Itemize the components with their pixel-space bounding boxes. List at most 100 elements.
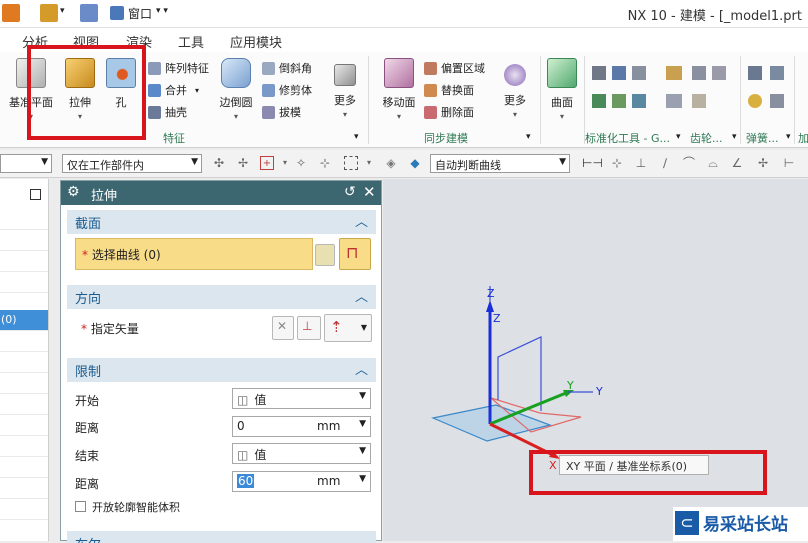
curve-rule-icon[interactable]: ⊢ (782, 156, 796, 170)
offset-region-button[interactable]: 偏置区域 (424, 60, 485, 76)
body-filter-icon[interactable]: ◈ (384, 156, 398, 170)
spring-icon[interactable] (748, 66, 762, 80)
snap-icon[interactable]: ⊹ (318, 156, 332, 170)
start-label: 开始 (75, 394, 100, 408)
tool-icon[interactable] (632, 66, 646, 80)
curve-rule-icon[interactable]: ⊥ (634, 156, 648, 170)
reverse-direction-icon[interactable]: ✕ (272, 316, 294, 340)
list-item[interactable] (0, 331, 48, 352)
tool-icon[interactable] (666, 66, 682, 80)
direction-header[interactable]: 方向 ︿ (67, 285, 376, 309)
shell-button[interactable]: 抽壳 (148, 104, 187, 120)
trim-body-button[interactable]: 修剪体 (262, 82, 312, 98)
type-filter-combo[interactable]: ▼ (0, 154, 52, 173)
curve-rule-icon[interactable]: ⌒ (682, 156, 696, 170)
save-icon[interactable] (2, 4, 20, 22)
snap-icon[interactable]: ✧ (294, 156, 308, 170)
tool-icon[interactable] (592, 94, 606, 108)
select-curve-field[interactable]: * 选择曲线 (0) (75, 238, 313, 270)
snap-icon[interactable]: ✢ (236, 156, 250, 170)
graphics-window[interactable]: Z Z Y Y X XY 平面 / 基准坐标系(0) ⊂ 易采站长站 (383, 179, 808, 541)
tool-icon[interactable] (612, 94, 626, 108)
tool-icon[interactable] (592, 66, 606, 80)
curve-rule-icon[interactable]: ⊢⊣ (582, 156, 603, 170)
snap-icon[interactable]: ✣ (212, 156, 226, 170)
list-item[interactable] (0, 209, 48, 230)
delete-face-button[interactable]: 删除面 (424, 104, 474, 120)
curve-rule-icon[interactable]: ∠ (730, 156, 744, 170)
open-profile-checkbox[interactable] (75, 501, 86, 512)
pattern-feature-button[interactable]: 阵列特征 (148, 60, 209, 76)
gear-icon[interactable] (692, 94, 706, 108)
draft-button[interactable]: 拔模 (262, 104, 301, 120)
open-icon[interactable] (40, 4, 58, 22)
list-item[interactable] (0, 415, 48, 436)
spring-icon[interactable] (770, 66, 784, 80)
window-menu[interactable]: 窗口 (128, 5, 152, 22)
curve-rule-icon[interactable]: ∕ (658, 156, 672, 170)
surface-button[interactable]: 曲面 ▾ (544, 58, 580, 121)
edge-blend-button[interactable]: 边倒圆 ▾ (216, 58, 256, 121)
curve-rule-icon[interactable]: ⌓ (706, 156, 720, 170)
section-header[interactable]: 截面 ︿ (67, 210, 376, 234)
dialog-header[interactable]: ⚙ 拉伸 ↺ ✕ (61, 181, 381, 205)
sketch-section-icon[interactable] (315, 244, 335, 266)
list-item-selected[interactable]: (0) (0, 310, 48, 331)
curve-rule-icon[interactable]: ✢ (756, 156, 770, 170)
chevron-down-icon[interactable]: ▾ (354, 132, 359, 142)
chevron-down-icon[interactable]: ▾ (732, 132, 737, 142)
curve-select-icon[interactable]: ⊓ (339, 238, 371, 270)
touch-mode-icon[interactable] (80, 4, 98, 22)
rectangle-select-icon[interactable] (344, 156, 358, 170)
gear-icon[interactable] (712, 66, 726, 80)
vector-type-dropdown[interactable]: ⇡ ▼ (324, 314, 372, 342)
chevron-down-icon[interactable]: ▾ (362, 156, 376, 170)
chamfer-button[interactable]: 倒斜角 (262, 60, 312, 76)
face-filter-icon[interactable]: ◆ (408, 156, 422, 170)
boolean-header[interactable]: 布尔 (67, 531, 376, 543)
reset-icon[interactable]: ↺ (344, 184, 356, 200)
list-item[interactable] (0, 436, 48, 457)
tab-tools[interactable]: 工具 (178, 32, 204, 51)
curve-rule-icon[interactable]: ⊹ (610, 156, 624, 170)
list-item[interactable] (0, 457, 48, 478)
sync-more-button[interactable]: 更多 ▾ (500, 58, 530, 119)
move-face-button[interactable]: 移动面 ▾ (378, 58, 420, 121)
curve-rule-combo[interactable]: 自动判断曲线 ▼ (430, 154, 570, 173)
unite-button[interactable]: 合并 ▾ (148, 82, 199, 98)
list-item[interactable] (0, 394, 48, 415)
scope-filter-combo[interactable]: 仅在工作部件内 ▼ (62, 154, 202, 173)
maximize-icon[interactable] (30, 189, 41, 200)
list-item[interactable] (0, 499, 48, 520)
feature-more-button[interactable]: 更多 ▾ (330, 58, 360, 119)
end-distance-input[interactable]: 60 mm ▼ (232, 471, 371, 492)
gear-icon[interactable] (692, 66, 706, 80)
start-option-select[interactable]: ◫ 值 ▼ (232, 388, 371, 409)
list-item[interactable] (0, 478, 48, 499)
spring-icon[interactable] (770, 94, 784, 108)
chevron-down-icon[interactable]: ▾ (278, 156, 292, 170)
chevron-down-icon[interactable]: ▾ ▾ (156, 6, 168, 16)
close-icon[interactable]: ✕ (363, 183, 376, 201)
gear-icon[interactable]: ⚙ (67, 184, 80, 200)
tab-app-modules[interactable]: 应用模块 (230, 32, 282, 51)
replace-face-button[interactable]: 替换面 (424, 82, 474, 98)
chevron-down-icon[interactable]: ▾ (526, 132, 531, 142)
chevron-down-icon[interactable]: ▾ (676, 132, 681, 142)
list-item[interactable] (0, 230, 48, 251)
tool-icon[interactable] (666, 94, 682, 108)
tool-icon[interactable] (632, 94, 646, 108)
end-option-select[interactable]: ◫ 值 ▼ (232, 443, 371, 464)
chevron-down-icon[interactable]: ▾ (786, 132, 791, 142)
list-item[interactable] (0, 272, 48, 293)
spring-icon[interactable] (748, 94, 762, 108)
list-item[interactable] (0, 251, 48, 272)
select-box-icon[interactable]: + (260, 156, 274, 170)
limits-header[interactable]: 限制 ︿ (67, 358, 376, 382)
chevron-down-icon[interactable]: ▾ (60, 6, 65, 16)
vector-dialog-icon[interactable]: ⊥ (297, 316, 321, 340)
list-item[interactable] (0, 373, 48, 394)
list-item[interactable] (0, 352, 48, 373)
tool-icon[interactable] (612, 66, 626, 80)
start-distance-input[interactable]: 0 mm ▼ (232, 416, 371, 437)
